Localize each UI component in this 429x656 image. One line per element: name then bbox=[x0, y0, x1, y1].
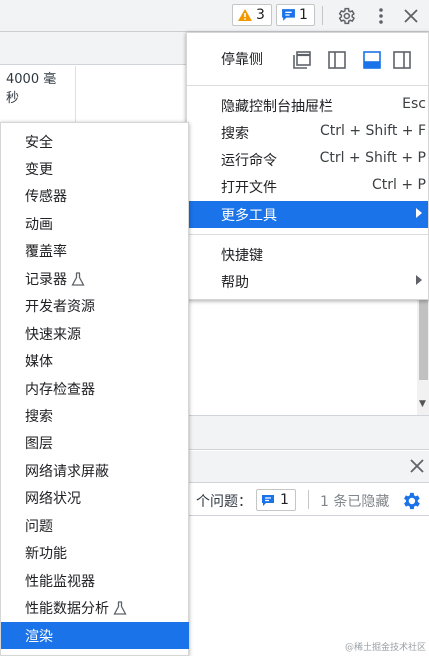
submenu-item-label: 开发者资源 bbox=[25, 299, 95, 316]
experiment-flask-icon bbox=[71, 272, 85, 286]
submenu-item-label: 网络状况 bbox=[25, 491, 81, 508]
messages-count: 1 bbox=[299, 7, 308, 23]
submenu-item[interactable]: 变更 bbox=[1, 155, 189, 182]
menu-item-label: 搜索 bbox=[221, 126, 249, 142]
close-icon[interactable] bbox=[399, 4, 423, 28]
menu-item-label: 快捷键 bbox=[221, 248, 263, 264]
menu-item-label: 打开文件 bbox=[221, 180, 277, 196]
scrollbar-thumb[interactable] bbox=[419, 300, 428, 380]
drawer-close-icon[interactable] bbox=[408, 457, 426, 475]
submenu-item[interactable]: 动画 bbox=[1, 210, 189, 237]
submenu-item-label: 记录器 bbox=[25, 271, 67, 288]
submenu-item[interactable]: 媒体 bbox=[1, 348, 189, 375]
submenu-item[interactable]: 网络请求屏蔽 bbox=[1, 457, 189, 484]
submenu-item-label: 网络请求屏蔽 bbox=[25, 463, 109, 480]
gear-icon[interactable] bbox=[400, 490, 422, 512]
issues-hidden-text: 1 条已隐藏 bbox=[320, 494, 390, 510]
submenu-item-label: 性能数据分析 bbox=[25, 601, 109, 618]
messages-badge[interactable]: 1 bbox=[276, 4, 315, 26]
devtools-toolbar: 3 1 bbox=[0, 0, 429, 32]
undock-icon[interactable] bbox=[289, 47, 315, 73]
submenu-arrow-icon bbox=[416, 208, 422, 218]
submenu-item-label: 媒体 bbox=[25, 354, 53, 371]
message-icon bbox=[262, 494, 274, 506]
submenu-item-label: 新功能 bbox=[25, 546, 67, 563]
warning-icon bbox=[238, 9, 252, 21]
submenu-item-label: 传感器 bbox=[25, 189, 67, 206]
more-tools-item[interactable]: 更多工具 bbox=[187, 201, 428, 228]
main-menu: 停靠侧 隐藏控制台抽屉栏 Esc 搜索 Ctrl + Shift + F 运行命… bbox=[186, 32, 429, 300]
submenu-arrow-icon bbox=[416, 275, 422, 285]
submenu-item-label: 搜索 bbox=[25, 409, 53, 425]
gear-icon[interactable] bbox=[334, 4, 358, 28]
submenu-item[interactable]: 开发者资源 bbox=[1, 293, 189, 320]
toolbar-separator bbox=[322, 6, 323, 25]
submenu-item-label: 问题 bbox=[25, 518, 53, 535]
warnings-count: 3 bbox=[256, 7, 265, 23]
menu-item-label: 运行命令 bbox=[221, 153, 277, 169]
more-tools-submenu: 安全变更传感器动画覆盖率记录器开发者资源快速来源媒体内存检查器搜索图层网络请求屏… bbox=[0, 122, 189, 656]
scroll-down-arrow-icon[interactable]: ▼ bbox=[419, 399, 426, 409]
hide-console-drawer-item[interactable]: 隐藏控制台抽屉栏 Esc bbox=[187, 92, 428, 119]
submenu-item[interactable]: 新功能 bbox=[1, 540, 189, 567]
menu-separator bbox=[187, 234, 428, 235]
dock-left-icon[interactable] bbox=[324, 47, 350, 73]
submenu-item[interactable]: 渲染 bbox=[1, 622, 189, 650]
issues-count-badge[interactable]: 1 bbox=[256, 489, 296, 511]
submenu-item-label: 快速来源 bbox=[25, 326, 81, 343]
submenu-item[interactable]: 性能数据分析 bbox=[1, 595, 189, 622]
shortcuts-item[interactable]: 快捷键 bbox=[187, 241, 428, 268]
dock-side-row: 停靠侧 bbox=[187, 43, 428, 75]
submenu-item[interactable]: 性能监视器 bbox=[1, 567, 189, 594]
search-item[interactable]: 搜索 Ctrl + Shift + F bbox=[187, 119, 428, 146]
submenu-item-label: 覆盖率 bbox=[25, 244, 67, 261]
run-command-item[interactable]: 运行命令 Ctrl + Shift + P bbox=[187, 146, 428, 173]
menu-item-shortcut: Ctrl + Shift + P bbox=[319, 150, 426, 166]
watermark: @稀土掘金技术社区 bbox=[345, 643, 427, 653]
dock-bottom-icon[interactable] bbox=[359, 47, 385, 73]
menu-item-label: 帮助 bbox=[221, 275, 249, 291]
timeline-cell: 4000 毫秒 bbox=[0, 66, 76, 126]
menu-item-label: 隐藏控制台抽屉栏 bbox=[221, 99, 333, 115]
submenu-item-label: 安全 bbox=[25, 134, 53, 151]
dock-side-label: 停靠侧 bbox=[221, 52, 263, 68]
submenu-item[interactable]: 内存检查器 bbox=[1, 375, 189, 402]
issues-separator bbox=[308, 490, 309, 509]
submenu-item[interactable]: 覆盖率 bbox=[1, 238, 189, 265]
warnings-badge[interactable]: 3 bbox=[232, 4, 272, 26]
submenu-item[interactable]: 问题 bbox=[1, 512, 189, 539]
drawer-header bbox=[188, 451, 429, 483]
issues-label: 个问题： bbox=[196, 494, 252, 510]
menu-item-shortcut: Esc bbox=[402, 96, 426, 112]
submenu-item[interactable]: 搜索 bbox=[1, 403, 189, 430]
message-icon bbox=[282, 9, 295, 21]
submenu-item-label: 动画 bbox=[25, 216, 53, 233]
submenu-item[interactable]: 快速来源 bbox=[1, 320, 189, 347]
open-file-item[interactable]: 打开文件 Ctrl + P bbox=[187, 173, 428, 200]
more-vertical-icon[interactable] bbox=[369, 4, 393, 28]
issues-bar: 个问题： 1 1 条已隐藏 bbox=[188, 484, 429, 516]
submenu-item-label: 图层 bbox=[25, 436, 53, 453]
submenu-item[interactable]: 传感器 bbox=[1, 183, 189, 210]
submenu-item[interactable]: 网络状况 bbox=[1, 485, 189, 512]
menu-separator bbox=[187, 85, 428, 86]
experiment-flask-icon bbox=[113, 601, 127, 615]
issues-count: 1 bbox=[280, 492, 289, 508]
submenu-item-label: 变更 bbox=[25, 161, 53, 178]
dock-right-icon[interactable] bbox=[389, 47, 415, 73]
submenu-item[interactable]: 安全 bbox=[1, 128, 189, 155]
menu-item-shortcut: Ctrl + P bbox=[372, 177, 426, 193]
submenu-item-label: 性能监视器 bbox=[25, 573, 95, 590]
submenu-item[interactable]: 记录器 bbox=[1, 265, 189, 292]
submenu-item[interactable]: 图层 bbox=[1, 430, 189, 457]
submenu-item-label: 内存检查器 bbox=[25, 381, 95, 398]
help-item[interactable]: 帮助 bbox=[187, 268, 428, 295]
menu-item-shortcut: Ctrl + Shift + F bbox=[319, 123, 426, 139]
menu-item-label: 更多工具 bbox=[221, 208, 277, 224]
submenu-item-label: 渲染 bbox=[25, 628, 53, 645]
